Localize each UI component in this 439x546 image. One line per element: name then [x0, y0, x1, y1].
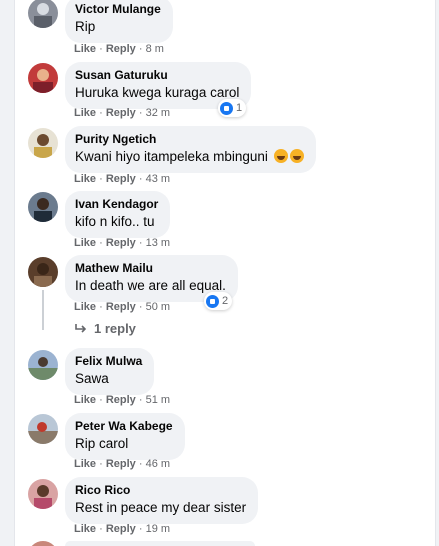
comment-actions: Like · Reply · 32 m — [74, 107, 170, 119]
comment-author[interactable]: Mathew Mailu — [75, 261, 226, 276]
like-link[interactable]: Like — [74, 458, 96, 470]
avatar[interactable] — [28, 541, 58, 546]
laughing-emoji-icon — [273, 149, 288, 163]
separator: · — [99, 301, 103, 313]
avatar[interactable] — [28, 128, 58, 158]
comment-author[interactable]: Peter Wa Kabege — [75, 419, 173, 434]
separator: · — [138, 237, 143, 249]
like-icon — [206, 294, 219, 308]
like-link[interactable]: Like — [74, 173, 96, 185]
comment-actions: Like · Reply · 51 m — [74, 394, 170, 406]
avatar[interactable] — [28, 479, 58, 509]
like-link[interactable]: Like — [74, 301, 96, 313]
view-replies-link[interactable]: 1 reply — [74, 321, 136, 336]
comment-time[interactable]: 8 m — [146, 43, 164, 55]
reply-link[interactable]: Reply — [106, 301, 136, 313]
comment-text: kifo n kifo.. tu — [75, 214, 155, 229]
comment-bubble: Felix Mulwa Sawa — [65, 348, 155, 395]
comment-author[interactable]: Victor Mulange — [75, 2, 161, 17]
replies-count: 1 reply — [94, 321, 136, 336]
comment-author[interactable]: Susan Gaturuku — [75, 68, 239, 83]
comment-bubble: Rico Rico Rest in peace my dear sister — [65, 477, 259, 524]
reply-link[interactable]: Reply — [106, 43, 136, 55]
comment-actions: Like · Reply · 13 m — [74, 237, 170, 249]
separator: · — [99, 523, 103, 535]
comment-author[interactable]: Ivan Kendagor — [75, 197, 158, 212]
reply-link[interactable]: Reply — [106, 394, 136, 406]
reaction-summary[interactable]: 1 — [218, 99, 247, 117]
avatar[interactable] — [28, 414, 58, 444]
laughing-emoji-icon — [289, 149, 304, 163]
separator: · — [138, 523, 143, 535]
separator: · — [138, 301, 143, 313]
comment-text: Rip carol — [75, 436, 129, 451]
comment-text: In death we are all equal. — [75, 278, 226, 293]
comment-actions: Like · Reply · 50 m — [74, 301, 170, 313]
comment-actions: Like · Reply · 46 m — [74, 458, 170, 470]
comment-author[interactable]: Rico Rico — [75, 483, 246, 498]
reaction-count: 1 — [236, 102, 243, 114]
comments-panel: Victor Mulange Rip Like · Reply · 8 m Su… — [14, 0, 436, 546]
comment-text-content: Kwani hiyo itampeleka mbinguni — [75, 149, 268, 164]
avatar[interactable] — [28, 192, 58, 222]
separator: · — [138, 394, 143, 406]
comment-text: Sawa — [75, 371, 109, 386]
reply-link[interactable]: Reply — [106, 173, 136, 185]
reaction-count: 2 — [222, 295, 229, 307]
like-link[interactable]: Like — [74, 237, 96, 249]
comment-author[interactable]: Purity Ngetich — [75, 132, 304, 147]
comment-time[interactable]: 13 m — [146, 237, 170, 249]
separator: · — [138, 458, 143, 470]
reply-link[interactable]: Reply — [106, 523, 136, 535]
comment-time[interactable]: 51 m — [146, 394, 170, 406]
comment-time[interactable]: 32 m — [146, 107, 170, 119]
thread-line — [42, 290, 44, 330]
comment-bubble: Purity Ngetich Kwani hiyo itampeleka mbi… — [65, 126, 316, 173]
comment-bubble-partial — [65, 541, 255, 546]
comment-text: Rip — [75, 19, 96, 34]
comment-time[interactable]: 46 m — [146, 458, 170, 470]
separator: · — [99, 43, 103, 55]
separator: · — [99, 394, 103, 406]
like-link[interactable]: Like — [74, 43, 96, 55]
comment-bubble: Ivan Kendagor kifo n kifo.. tu — [65, 191, 171, 238]
like-link[interactable]: Like — [74, 394, 96, 406]
reply-link[interactable]: Reply — [106, 107, 136, 119]
separator: · — [138, 173, 143, 185]
reply-link[interactable]: Reply — [106, 458, 136, 470]
comment-actions: Like · Reply · 43 m — [74, 173, 170, 185]
like-icon — [220, 101, 233, 115]
reaction-summary[interactable]: 2 — [204, 292, 233, 310]
comment-bubble: Peter Wa Kabege Rip carol — [65, 413, 185, 460]
comment-actions: Like · Reply · 8 m — [74, 43, 164, 55]
comment-time[interactable]: 50 m — [146, 301, 170, 313]
separator: · — [99, 458, 103, 470]
comment-time[interactable]: 43 m — [146, 173, 170, 185]
comment-actions: Like · Reply · 19 m — [74, 523, 170, 535]
separator: · — [99, 173, 103, 185]
separator: · — [99, 237, 103, 249]
reply-link[interactable]: Reply — [106, 237, 136, 249]
avatar[interactable] — [28, 350, 58, 380]
comment-text: Kwani hiyo itampeleka mbinguni — [75, 148, 304, 166]
separator: · — [138, 43, 143, 55]
like-link[interactable]: Like — [74, 523, 96, 535]
comment-bubble: Victor Mulange Rip — [65, 0, 173, 43]
separator: · — [99, 107, 103, 119]
avatar[interactable] — [28, 63, 58, 93]
avatar[interactable] — [28, 257, 58, 287]
reply-arrow-icon — [75, 323, 87, 333]
avatar[interactable] — [28, 0, 58, 28]
comment-author[interactable]: Felix Mulwa — [75, 354, 142, 369]
comment-text: Huruka kwega kuraga carol — [75, 85, 240, 100]
comment-text: Rest in peace my dear sister — [75, 500, 247, 515]
comment-time[interactable]: 19 m — [146, 523, 170, 535]
separator: · — [138, 107, 143, 119]
like-link[interactable]: Like — [74, 107, 96, 119]
